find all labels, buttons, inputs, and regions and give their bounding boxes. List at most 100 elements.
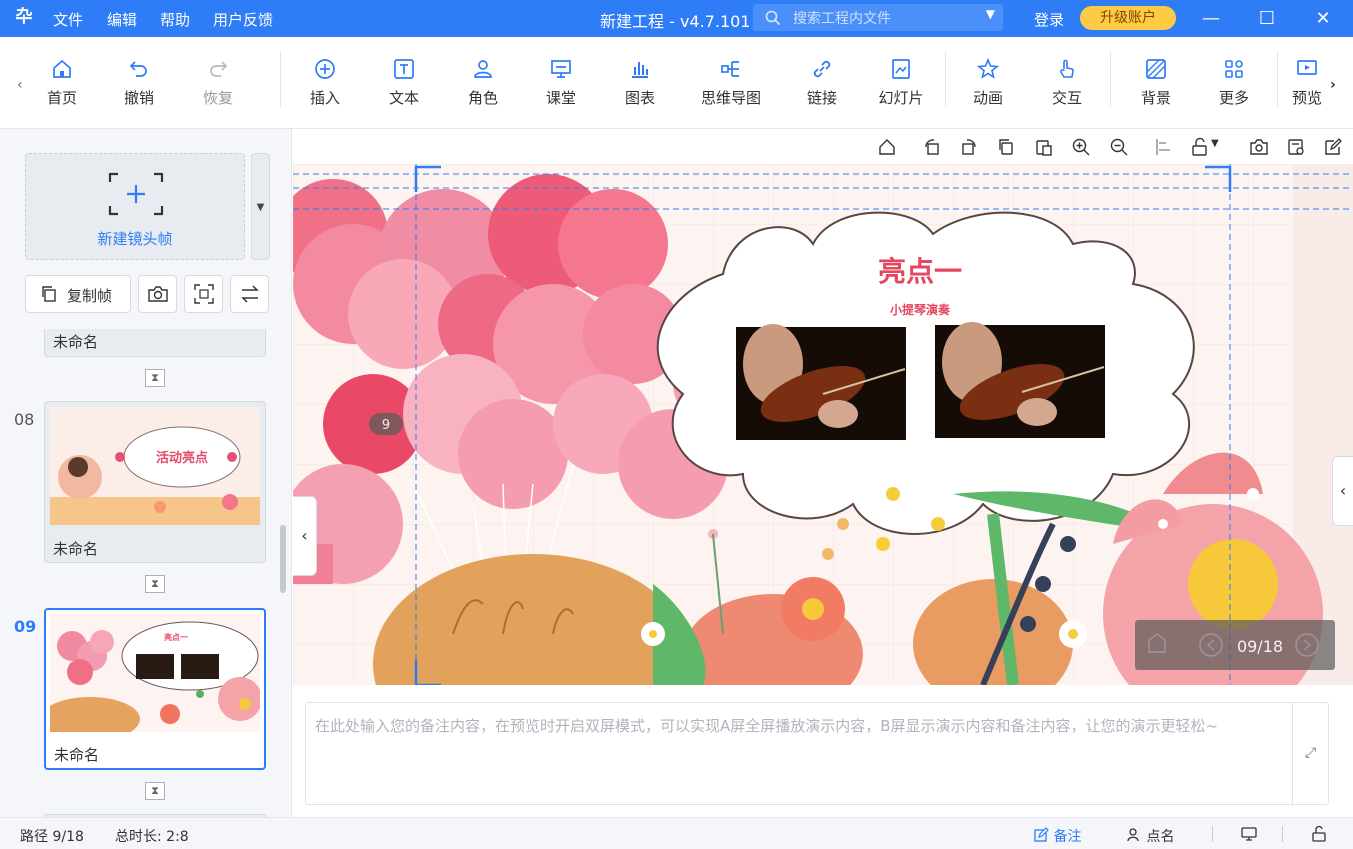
home-view-icon[interactable] [877, 137, 897, 157]
upgrade-button[interactable]: 升级账户 [1080, 6, 1176, 30]
preview-icon [1297, 60, 1317, 75]
slide-number: 09 [14, 617, 37, 636]
collapse-left-panel-icon[interactable]: ‹ [293, 496, 317, 576]
align-icon[interactable] [1154, 137, 1174, 157]
roll-call-button[interactable]: 点名 [1126, 826, 1174, 846]
new-frame-button[interactable]: 新建镜头帧 [25, 153, 245, 260]
redo-button[interactable]: 恢复 [201, 57, 235, 108]
edit-icon[interactable] [1323, 137, 1343, 157]
zoom-in-icon[interactable] [1071, 137, 1091, 157]
classroom-button[interactable]: 课堂 [544, 57, 578, 108]
slide-name: 未命名 [54, 746, 100, 764]
transition-button[interactable] [230, 275, 269, 313]
violin-photo-2[interactable] [935, 322, 1105, 438]
minimize-icon[interactable]: — [1188, 0, 1234, 37]
chart-button[interactable]: 图表 [623, 57, 657, 108]
frame-list-scrollbar[interactable] [280, 525, 286, 593]
animation-button[interactable]: 动画 [971, 57, 1005, 108]
menu-help[interactable]: 帮助 [160, 9, 190, 30]
more-button[interactable]: 更多 [1217, 57, 1251, 108]
zoom-out-icon[interactable] [1109, 137, 1129, 157]
text-button[interactable]: 文本 [387, 57, 421, 108]
menu-edit[interactable]: 编辑 [107, 9, 137, 30]
mindmap-button[interactable]: 思维导图 [698, 57, 764, 108]
insert-label: 插入 [309, 89, 340, 107]
character-button[interactable]: 角色 [466, 57, 500, 108]
transition-icon[interactable]: ⧗ [145, 575, 165, 593]
slide-thumbnail: 亮点一 [50, 614, 260, 732]
preview-button[interactable]: 预览 [1290, 57, 1324, 117]
link-button[interactable]: 链接 [805, 57, 839, 108]
rotate-left-icon[interactable] [922, 137, 942, 157]
chart-label: 图表 [624, 89, 655, 107]
slide-card-08[interactable]: 活动亮点 未命名 [44, 401, 266, 563]
cloud-subtitle: 小提琴演奏 [890, 302, 951, 317]
scan-frame-button[interactable] [184, 275, 223, 313]
slide-name: 未命名 [53, 333, 99, 351]
slide-name: 未命名 [53, 540, 99, 558]
snapshot-button[interactable] [138, 275, 177, 313]
paste-icon[interactable] [1034, 137, 1054, 157]
close-icon[interactable]: ✕ [1300, 0, 1346, 37]
canvas-toolbar: ▼ [293, 129, 1353, 164]
lock-dropdown-icon[interactable] [1190, 137, 1210, 157]
login-button[interactable]: 登录 [1034, 9, 1064, 30]
chart-icon [632, 62, 648, 78]
slide-number: 08 [14, 410, 35, 429]
notes-textarea[interactable]: 在此处输入您的备注内容，在预览时开启双屏模式，可以实现A屏全屏播放演示内容，B屏… [305, 702, 1329, 805]
screen-display-icon[interactable] [1240, 826, 1258, 842]
page-indicator-text: 09/18 [1237, 637, 1283, 656]
settings-doc-icon[interactable] [1286, 137, 1306, 157]
toolbar-scroll-right-icon[interactable]: › [1330, 77, 1336, 93]
text-label: 文本 [388, 89, 419, 107]
expand-right-panel-icon[interactable]: ‹ [1332, 456, 1353, 526]
new-frame-label: 新建镜头帧 [97, 230, 173, 248]
search-input[interactable]: 搜索工程内文件 ▼ [753, 4, 1003, 31]
title-bar: 卆 文件 编辑 帮助 用户反馈 新建工程 - v4.7.101 搜索工程内文件 … [0, 0, 1353, 37]
copy-frame-button[interactable]: 复制帧 [25, 275, 131, 313]
transition-icon[interactable]: ⧗ [145, 369, 165, 387]
background-button[interactable]: 背景 [1139, 57, 1173, 108]
toolbar-scroll-left-icon[interactable]: ‹ [17, 77, 23, 93]
slide-card-09[interactable]: 亮点一 未命名 [44, 608, 266, 770]
background-icon [1146, 59, 1166, 79]
chevron-down-icon[interactable]: ▼ [986, 7, 995, 21]
notes-toggle-button[interactable]: 备注 [1033, 826, 1081, 846]
chevron-down-icon[interactable]: ▼ [1211, 138, 1219, 149]
background-label: 背景 [1140, 89, 1171, 107]
main-toolbar: ‹ 首页 撤销 恢复 插入 文本 角色 课堂 图表 思维导图 链接 幻灯片 动画… [0, 37, 1353, 129]
home-icon [53, 59, 71, 78]
home-button[interactable]: 首页 [45, 57, 79, 108]
toolbar-divider [945, 51, 946, 107]
editing-canvas[interactable]: 9 亮点一 小提琴演奏 09/18 ‹ ‹ [293, 164, 1353, 685]
page-indicator[interactable]: 09/18 [1135, 620, 1335, 670]
expand-icon[interactable]: ⤢ [1292, 703, 1328, 804]
window-title: 新建工程 - v4.7.101 [600, 12, 751, 31]
star-animation-icon [976, 57, 1000, 79]
copy-icon[interactable] [996, 137, 1016, 157]
screenshot-icon[interactable] [1249, 137, 1269, 157]
undo-button[interactable]: 撤销 [122, 57, 156, 108]
mindmap-icon [721, 61, 739, 77]
maximize-icon[interactable]: ☐ [1244, 0, 1290, 37]
classroom-icon [551, 60, 571, 78]
interaction-label: 交互 [1051, 89, 1082, 107]
slide-artwork: 9 亮点一 小提琴演奏 09/18 [293, 164, 1353, 685]
toolbar-divider [1277, 51, 1278, 107]
unlock-icon[interactable] [1310, 826, 1328, 842]
insert-button[interactable]: 插入 [308, 57, 342, 108]
violin-photo-1[interactable] [736, 324, 906, 440]
slides-button[interactable]: 幻灯片 [876, 57, 926, 108]
copy-icon [42, 286, 56, 302]
menu-file[interactable]: 文件 [53, 9, 83, 30]
new-frame-dropdown-icon[interactable]: ▼ [251, 153, 270, 260]
interaction-button[interactable]: 交互 [1050, 57, 1084, 108]
notes-edit-icon [1034, 827, 1049, 842]
search-placeholder: 搜索工程内文件 [793, 11, 891, 27]
transition-icon[interactable]: ⧗ [145, 782, 165, 800]
rotate-right-icon[interactable] [959, 137, 979, 157]
menu-feedback[interactable]: 用户反馈 [213, 9, 273, 30]
classroom-label: 课堂 [545, 89, 576, 107]
slide-card[interactable]: 未命名 [44, 329, 266, 357]
notes-toggle-label: 备注 [1053, 829, 1082, 845]
